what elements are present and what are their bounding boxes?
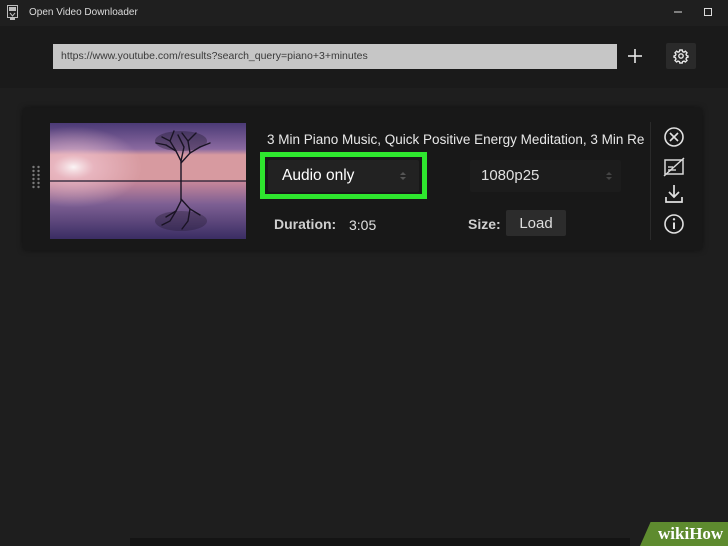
no-subtitles-icon[interactable] [662, 155, 686, 179]
watermark-how: How [689, 524, 724, 543]
resolution-selected-label: 1080p25 [481, 167, 540, 184]
info-icon[interactable] [662, 212, 686, 236]
video-title: 3 Min Piano Music, Quick Positive Energy… [267, 132, 645, 147]
action-divider [650, 122, 651, 240]
download-queue: 3 Min Piano Music, Quick Positive Energy… [0, 88, 728, 546]
format-select[interactable]: Audio only [268, 160, 419, 192]
window-title: Open Video Downloader [29, 7, 138, 18]
duration-value: 3:05 [349, 217, 377, 233]
remove-icon[interactable] [662, 125, 686, 149]
drag-handle-icon[interactable] [31, 165, 41, 191]
gear-icon [673, 49, 689, 64]
plus-icon[interactable] [623, 43, 647, 69]
wikihow-watermark: wikiHow [640, 522, 728, 546]
download-icon[interactable] [662, 182, 686, 206]
minimize-icon[interactable] [666, 6, 690, 18]
video-card: 3 Min Piano Music, Quick Positive Energy… [23, 108, 702, 250]
maximize-icon[interactable] [696, 5, 720, 19]
size-label: Size: [468, 216, 501, 232]
title-bar: Open Video Downloader [0, 0, 728, 26]
load-size-button[interactable]: Load [506, 210, 566, 236]
footer-strip [130, 538, 630, 546]
video-thumbnail [50, 123, 246, 239]
duration-label: Duration: [274, 216, 337, 232]
dropdown-arrows-icon [400, 172, 406, 180]
url-input[interactable]: https://www.youtube.com/results?search_q… [53, 44, 617, 69]
app-icon [7, 5, 18, 20]
settings-button[interactable] [666, 43, 696, 69]
watermark-wiki: wiki [658, 524, 690, 543]
resolution-select[interactable]: 1080p25 [470, 160, 621, 192]
dropdown-arrows-icon [606, 172, 612, 180]
toolbar: https://www.youtube.com/results?search_q… [0, 26, 728, 88]
format-selected-label: Audio only [282, 167, 355, 184]
